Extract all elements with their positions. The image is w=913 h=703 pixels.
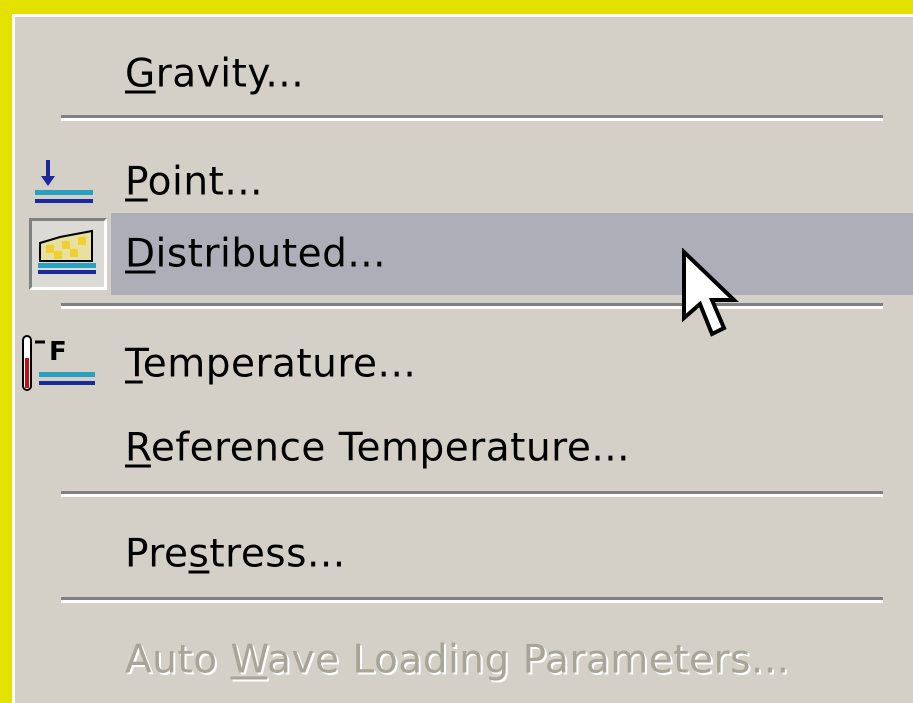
- menu-item-label: Reference Temperature...: [125, 425, 631, 471]
- menu-item-label: Temperature...: [125, 341, 417, 387]
- menu-item-auto-wave-loading-parameters: Auto Wave Loading Parameters...: [15, 619, 913, 701]
- svg-text:F: F: [49, 337, 67, 367]
- menu-separator: [61, 303, 883, 309]
- temperature-icon: F: [19, 328, 97, 400]
- menu-item-label: Prestress...: [125, 531, 346, 577]
- menu-separator: [61, 597, 883, 603]
- menu-item-label: Auto Wave Loading Parameters...: [125, 637, 790, 683]
- menu-item-distributed[interactable]: Distributed...: [15, 213, 913, 295]
- menu-item-gravity[interactable]: Gravity...: [15, 33, 913, 115]
- menu-separator: [61, 115, 883, 121]
- menu-item-label: Gravity...: [125, 51, 305, 97]
- mouse-pointer-icon: [682, 248, 739, 337]
- menu-item-label: Distributed...: [125, 231, 387, 277]
- menu-separator: [61, 491, 883, 497]
- menu-item-point[interactable]: Point...: [15, 141, 913, 223]
- menu-item-prestress[interactable]: Prestress...: [15, 513, 913, 595]
- menu-item-label: Point...: [125, 159, 264, 205]
- load-context-menu: Gravity... Point... Distributed... F Tem…: [12, 14, 913, 703]
- menu-item-reference-temperature[interactable]: Reference Temperature...: [15, 407, 913, 489]
- distributed-load-icon: [29, 218, 107, 290]
- menu-item-temperature[interactable]: F Temperature...: [15, 323, 913, 405]
- point-load-icon: [29, 146, 107, 218]
